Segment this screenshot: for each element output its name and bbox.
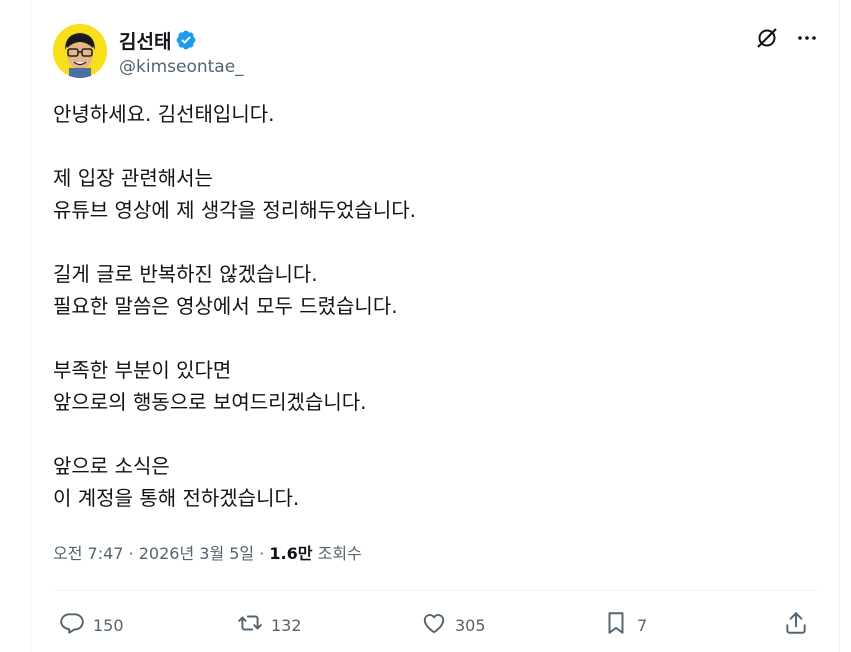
more-icon[interactable] xyxy=(795,26,819,50)
tweet-line: 유튜브 영상에 제 생각을 정리해두었습니다. xyxy=(53,198,416,222)
handle[interactable]: @kimseontae_ xyxy=(119,57,244,77)
like-button[interactable]: 305 xyxy=(421,610,486,640)
avatar[interactable] xyxy=(53,24,107,78)
share-button[interactable] xyxy=(783,610,809,640)
tweet-paragraph: 길게 글로 반복하진 않겠습니다. 필요한 말씀은 영상에서 모두 드렸습니다. xyxy=(53,258,813,322)
grok-icon[interactable] xyxy=(755,26,779,50)
tweet-paragraph: 앞으로 소식은 이 계정을 통해 전하겠습니다. xyxy=(53,450,813,514)
like-count: 305 xyxy=(455,615,486,635)
bookmark-button[interactable]: 7 xyxy=(603,610,647,640)
bookmark-icon xyxy=(603,610,629,640)
tweet-card: 김선태 @kimseontae_ 안녕하세요. 김선태입니다. 제 입장 관련해… xyxy=(30,0,840,652)
tweet-line: 제 입장 관련해서는 xyxy=(53,166,213,190)
tweet-line: 필요한 말씀은 영상에서 모두 드렸습니다. xyxy=(53,294,398,318)
tweet-meta: 오전 7:47 · 2026년 3월 5일 · 1.6만 조회수 xyxy=(53,540,362,564)
display-name-row: 김선태 xyxy=(119,27,244,53)
author-names: 김선태 @kimseontae_ xyxy=(119,27,244,78)
tweet-line: 안녕하세요. 김선태입니다. xyxy=(53,102,275,126)
reply-button[interactable]: 150 xyxy=(59,610,124,640)
tweet-line: 앞으로 소식은 xyxy=(53,454,170,478)
verified-badge-icon[interactable] xyxy=(175,29,197,51)
tweet-paragraph: 제 입장 관련해서는 유튜브 영상에 제 생각을 정리해두었습니다. xyxy=(53,162,813,226)
bookmark-count: 7 xyxy=(637,615,648,635)
reply-icon xyxy=(59,610,85,640)
meta-separator: · xyxy=(123,544,139,563)
header-actions xyxy=(755,26,819,50)
reply-count: 150 xyxy=(93,615,124,635)
tweet-line: 앞으로의 행동으로 보여드리겠습니다. xyxy=(53,390,367,414)
action-bar: 150 132 305 7 xyxy=(53,604,819,644)
like-icon xyxy=(421,610,447,640)
display-name[interactable]: 김선태 xyxy=(119,27,171,54)
share-icon xyxy=(783,610,809,640)
tweet-line: 부족한 부분이 있다면 xyxy=(53,358,232,382)
retweet-button[interactable]: 132 xyxy=(237,610,302,640)
meta-separator: · xyxy=(254,544,270,563)
divider xyxy=(53,590,819,591)
tweet-header: 김선태 @kimseontae_ xyxy=(53,24,819,80)
views-label: 조회수 xyxy=(317,544,362,563)
retweet-count: 132 xyxy=(271,615,302,635)
tweet-text: 안녕하세요. 김선태입니다. 제 입장 관련해서는 유튜브 영상에 제 생각을 … xyxy=(53,98,813,514)
tweet-line: 길게 글로 반복하진 않겠습니다. xyxy=(53,262,318,286)
tweet-line: 이 계정을 통해 전하겠습니다. xyxy=(53,486,300,510)
tweet-paragraph: 안녕하세요. 김선태입니다. xyxy=(53,98,813,130)
tweet-date[interactable]: 2026년 3월 5일 xyxy=(139,544,254,563)
tweet-time[interactable]: 오전 7:47 xyxy=(53,544,123,563)
retweet-icon xyxy=(237,610,263,640)
views-count[interactable]: 1.6만 xyxy=(269,544,312,563)
tweet-paragraph: 부족한 부분이 있다면 앞으로의 행동으로 보여드리겠습니다. xyxy=(53,354,813,418)
